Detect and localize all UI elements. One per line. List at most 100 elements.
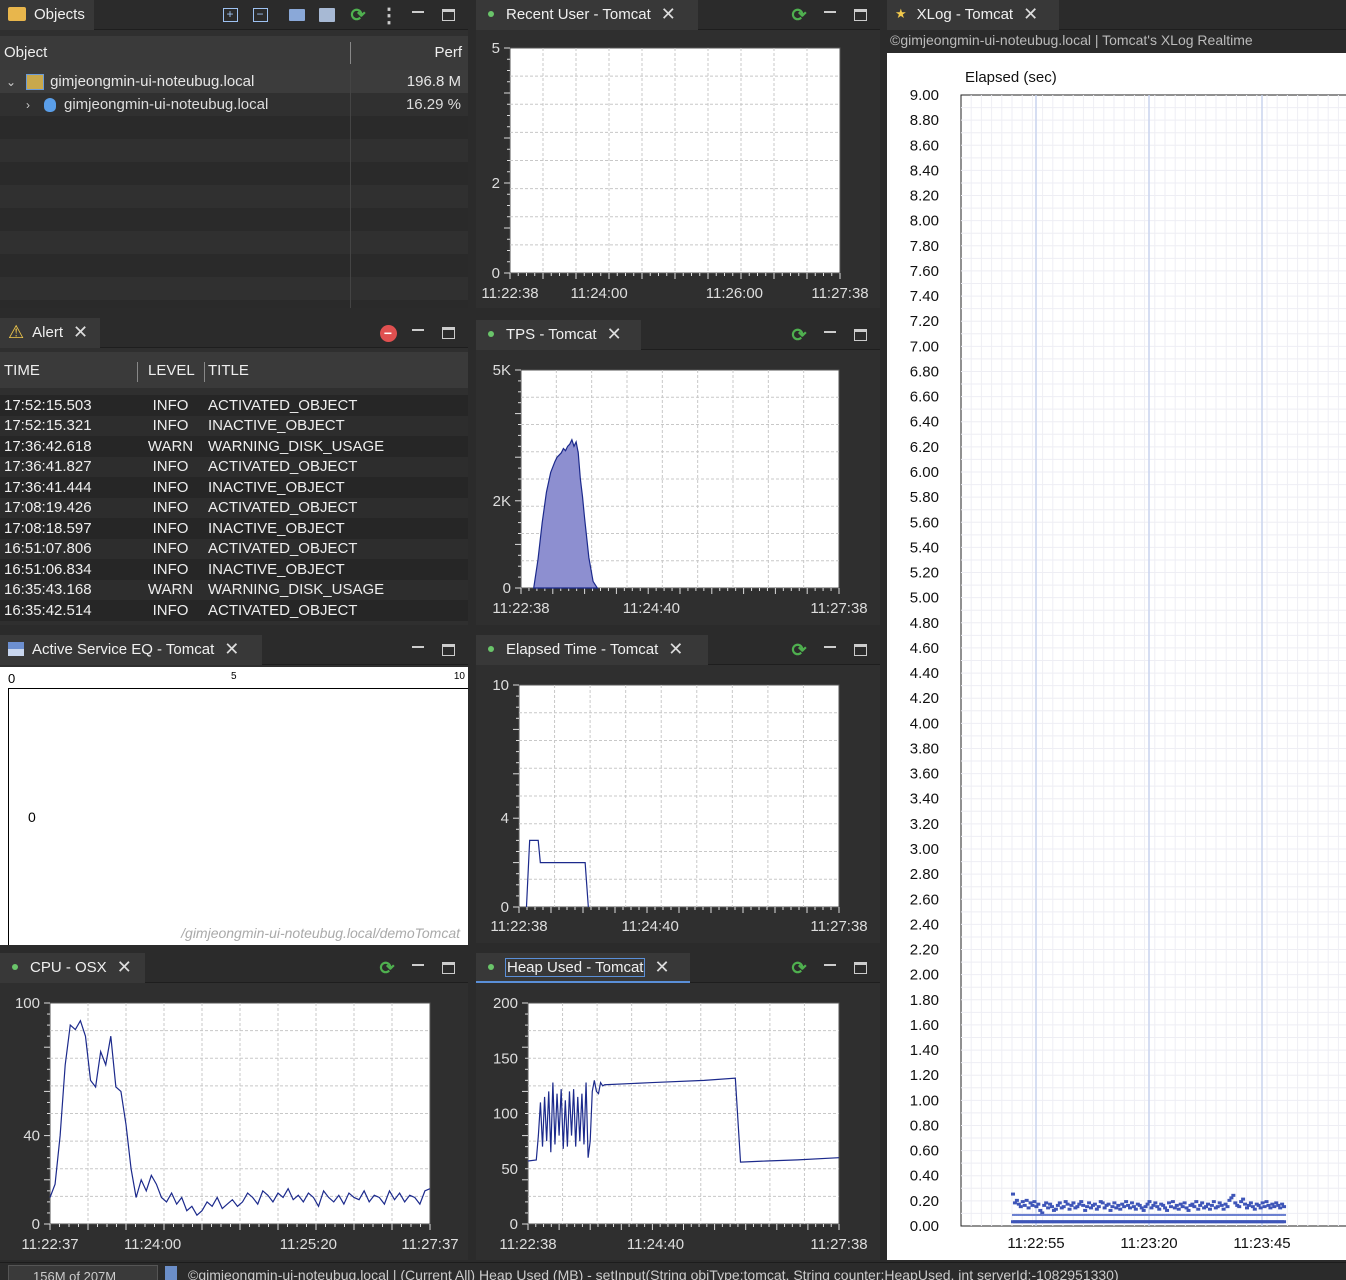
col-time[interactable]: TIME	[4, 362, 40, 379]
maximize-icon[interactable]	[850, 958, 870, 978]
cpu-chart: 0 40 100 11:22:37 11:24:00 11:25:20 11:27:37	[15, 995, 459, 1253]
col-object[interactable]: Object	[4, 44, 47, 61]
maximize-icon[interactable]	[850, 5, 870, 25]
refresh-icon[interactable]: ⟳	[789, 5, 809, 25]
xlog-point	[1219, 1203, 1224, 1207]
tab-cpu[interactable]: CPU - OSX ✕	[0, 953, 145, 983]
minimize-icon[interactable]	[408, 5, 428, 25]
alert-row[interactable]: 17:52:15.503 INFO ACTIVATED_OBJECT	[0, 395, 468, 416]
chevron-right-icon[interactable]: ›	[26, 98, 30, 112]
tab-elapsed[interactable]: Elapsed Time - Tomcat ✕	[476, 635, 708, 665]
xlog-point	[1168, 1205, 1173, 1209]
alert-row[interactable]: 16:51:07.806 INFO ACTIVATED_OBJECT	[0, 538, 468, 559]
trash-icon[interactable]	[165, 1266, 177, 1280]
x-tick-label: 11:22:38	[490, 918, 547, 935]
refresh-icon[interactable]: ⟳	[789, 325, 809, 345]
tab-tps[interactable]: TPS - Tomcat ✕	[476, 320, 641, 350]
xlog-point	[1129, 1201, 1134, 1205]
minimize-icon[interactable]	[820, 958, 840, 978]
close-icon[interactable]: ✕	[1023, 4, 1038, 25]
xlog-point	[1153, 1201, 1158, 1205]
refresh-icon[interactable]: ⟳	[348, 5, 368, 25]
close-icon[interactable]: ✕	[654, 957, 669, 978]
active-service-canvas: 0 5 10 0 /gimjeongmin-ui-noteubug.local/…	[0, 667, 468, 945]
memory-indicator[interactable]: 156M of 207M	[8, 1265, 158, 1280]
maximize-icon[interactable]	[438, 958, 458, 978]
alert-row[interactable]: 17:36:42.618 WARN WARNING_DISK_USAGE	[0, 436, 468, 457]
minimize-icon[interactable]	[408, 323, 428, 343]
scale-label-10: 10	[453, 671, 465, 682]
alert-row[interactable]: 16:35:42.514 INFO ACTIVATED_OBJECT	[0, 600, 468, 621]
minimize-icon[interactable]	[820, 325, 840, 345]
objects-tabbar: Objects + − ⟳ ⋮	[0, 0, 468, 30]
alert-row[interactable]: 17:08:18.597 INFO INACTIVE_OBJECT	[0, 518, 468, 539]
maximize-icon[interactable]	[438, 323, 458, 343]
minimize-icon[interactable]	[820, 640, 840, 660]
tab-xlog[interactable]: ★ XLog - Tomcat ✕	[887, 0, 1059, 30]
tab-recent-user[interactable]: Recent User - Tomcat ✕	[476, 0, 698, 30]
close-icon[interactable]: ✕	[607, 324, 622, 345]
close-icon[interactable]: ✕	[668, 639, 683, 660]
refresh-icon[interactable]: ⟳	[377, 958, 397, 978]
y-tick-label: 7.00	[910, 338, 939, 355]
alert-panel: ⚠ Alert ✕ − TIME LEVEL TITLE 17:52:15.50…	[0, 318, 468, 625]
xlog-point	[1024, 1198, 1029, 1202]
xlog-chart[interactable]: Elapsed (sec) 11:22:55 11:23:20 11:23:45 0.0…	[887, 53, 1346, 1260]
minimize-icon[interactable]	[408, 640, 428, 660]
clear-alerts-icon[interactable]: −	[378, 323, 398, 343]
col-title[interactable]: TITLE	[208, 362, 249, 379]
xlog-point	[1053, 1207, 1058, 1211]
chevron-down-icon[interactable]: ⌄	[6, 75, 16, 89]
object-row-name: gimjeongmin-ui-noteubug.local	[64, 96, 269, 113]
alert-row[interactable]: 17:36:41.444 INFO INACTIVE_OBJECT	[0, 477, 468, 498]
alert-row[interactable]: 17:08:19.426 INFO ACTIVATED_OBJECT	[0, 497, 468, 518]
object-row-perf: 16.29 %	[405, 96, 461, 113]
more-menu-icon[interactable]: ⋮	[379, 5, 399, 27]
xlog-point	[1192, 1205, 1197, 1209]
minimize-icon[interactable]	[408, 958, 428, 978]
xlog-point	[1180, 1205, 1185, 1209]
maximize-icon[interactable]	[438, 5, 458, 25]
object-row-tomcat[interactable]: › gimjeongmin-ui-noteubug.local 16.29 %	[0, 93, 468, 116]
refresh-icon[interactable]: ⟳	[789, 958, 809, 978]
tab-objects[interactable]: Objects	[0, 0, 94, 30]
close-icon[interactable]: ✕	[117, 957, 132, 978]
active-service-path: /gimjeongmin-ui-noteubug.local/demoTomca…	[181, 925, 460, 941]
x-tick-label: 11:23:45	[1233, 1235, 1290, 1252]
alert-row[interactable]: 17:36:41.827 INFO ACTIVATED_OBJECT	[0, 456, 468, 477]
tab-heap[interactable]: Heap Used - Tomcat ✕	[476, 953, 690, 983]
y-tick-label: 8.20	[910, 188, 939, 205]
maximize-icon[interactable]	[438, 640, 458, 660]
y-tick-label: 0	[501, 899, 509, 916]
refresh-icon[interactable]: ⟳	[789, 640, 809, 660]
alert-row[interactable]: 16:35:43.168 WARN WARNING_DISK_USAGE	[0, 579, 468, 600]
folder-icon	[8, 7, 26, 21]
alert-row[interactable]: 16:51:06.834 INFO INACTIVE_OBJECT	[0, 559, 468, 580]
object-row-host[interactable]: ⌄ gimjeongmin-ui-noteubug.local 196.8 M	[0, 70, 468, 93]
y-tick-label: 8.40	[910, 162, 939, 179]
tab-alert[interactable]: ⚠ Alert ✕	[0, 318, 100, 348]
y-tick-label: 2	[492, 175, 500, 192]
alert-time: 17:36:41.827	[4, 458, 92, 476]
heap-tabbar: Heap Used - Tomcat ✕ ⟳	[476, 953, 880, 983]
x-tick-label: 11:24:00	[570, 285, 627, 302]
alert-title: INACTIVE_OBJECT	[208, 560, 345, 578]
expand-all-icon[interactable]: +	[220, 5, 240, 25]
col-level[interactable]: LEVEL	[148, 362, 195, 379]
close-icon[interactable]: ✕	[661, 4, 676, 25]
xlog-point	[1196, 1207, 1201, 1211]
alert-row[interactable]: 17:52:15.321 INFO INACTIVE_OBJECT	[0, 415, 468, 436]
close-icon[interactable]: ✕	[224, 639, 239, 660]
maximize-icon[interactable]	[850, 640, 870, 660]
monitor-icon[interactable]	[287, 5, 307, 25]
maximize-icon[interactable]	[850, 325, 870, 345]
settings-icon[interactable]	[317, 5, 337, 25]
minimize-icon[interactable]	[820, 5, 840, 25]
tab-active-service[interactable]: Active Service EQ - Tomcat ✕	[0, 635, 262, 665]
collapse-all-icon[interactable]: −	[250, 5, 270, 25]
xlog-point	[1182, 1201, 1187, 1205]
close-icon[interactable]: ✕	[73, 322, 88, 343]
col-perf[interactable]: Perf	[434, 44, 462, 61]
y-tick-label: 7.60	[910, 263, 939, 280]
alert-title: ACTIVATED_OBJECT	[208, 540, 358, 558]
